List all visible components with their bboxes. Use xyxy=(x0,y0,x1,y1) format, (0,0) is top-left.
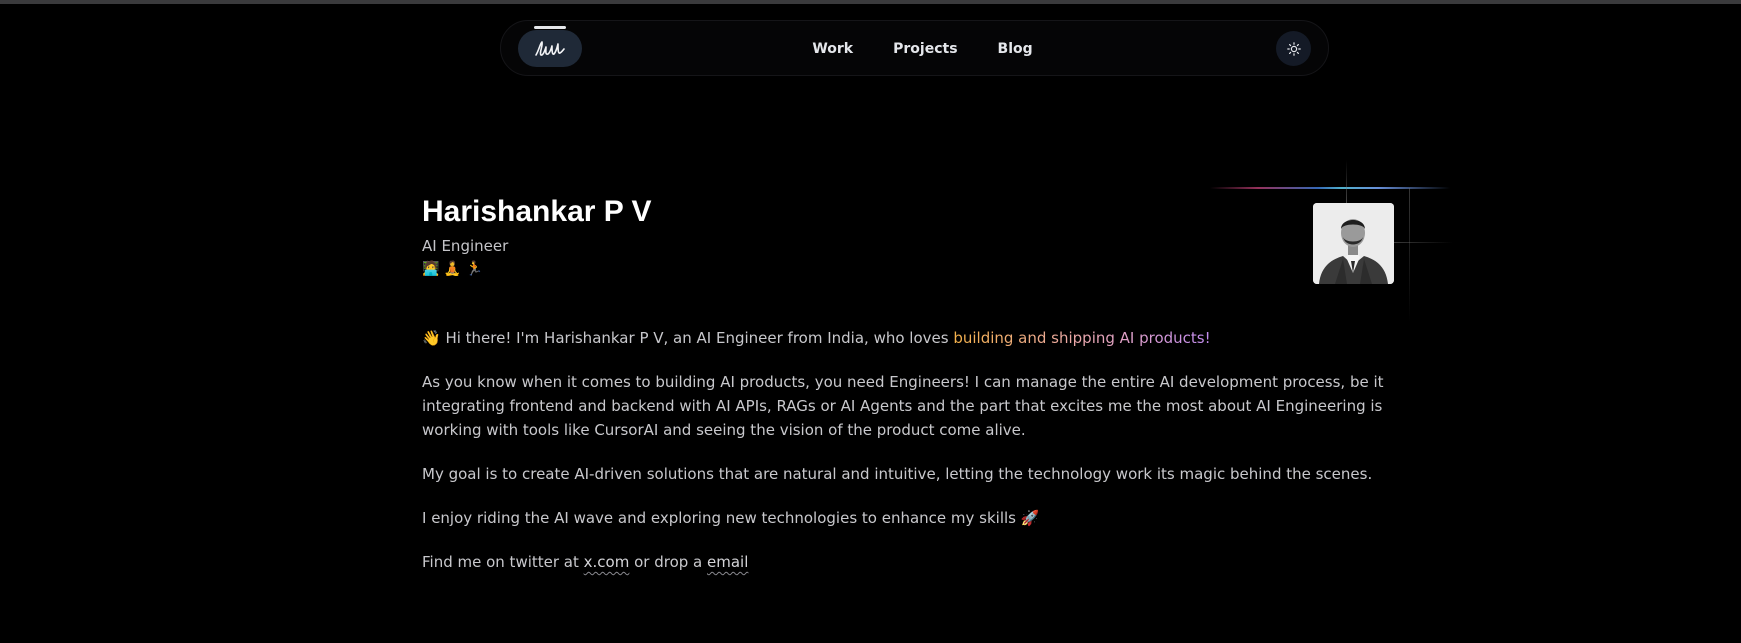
decorative-glow-line xyxy=(1210,187,1450,189)
twitter-link[interactable]: x.com xyxy=(584,553,630,571)
nav-links: Work Projects Blog xyxy=(501,21,1328,77)
contact-prefix: Find me on twitter at xyxy=(422,553,584,571)
wave-emoji: 👋 xyxy=(422,329,441,347)
email-link[interactable]: email xyxy=(707,553,748,571)
theme-toggle-button[interactable] xyxy=(1276,31,1311,66)
profile-emojis: 🧑‍💻 🧘 🏃 xyxy=(422,261,484,277)
nav-link-blog[interactable]: Blog xyxy=(998,41,1033,57)
nav-link-work[interactable]: Work xyxy=(812,41,853,57)
about-paragraph-2: My goal is to create AI-driven solutions… xyxy=(422,465,1373,483)
profile-name: Harishankar P V xyxy=(422,195,652,228)
profile-header: Harishankar P V AI Engineer 🧑‍💻 🧘 🏃 xyxy=(422,190,1422,280)
about-paragraph-1: As you know when it comes to building AI… xyxy=(422,373,1384,439)
intro-highlight: building and shipping AI products! xyxy=(953,329,1211,347)
sun-icon xyxy=(1286,41,1301,56)
navbar: Work Projects Blog xyxy=(500,20,1329,76)
contact-middle: or drop a xyxy=(629,553,708,571)
window-top-bar xyxy=(0,0,1741,4)
nav-link-projects[interactable]: Projects xyxy=(893,41,957,57)
intro-paragraph: 👋 Hi there! I'm Harishankar P V, an AI E… xyxy=(422,326,1407,350)
contact-paragraph: Find me on twitter at x.com or drop a em… xyxy=(422,550,1407,574)
about-paragraph-3: I enjoy riding the AI wave and exploring… xyxy=(422,509,1040,527)
intro-text: Hi there! I'm Harishankar P V, an AI Eng… xyxy=(440,329,954,347)
profile-role: AI Engineer xyxy=(422,237,509,255)
